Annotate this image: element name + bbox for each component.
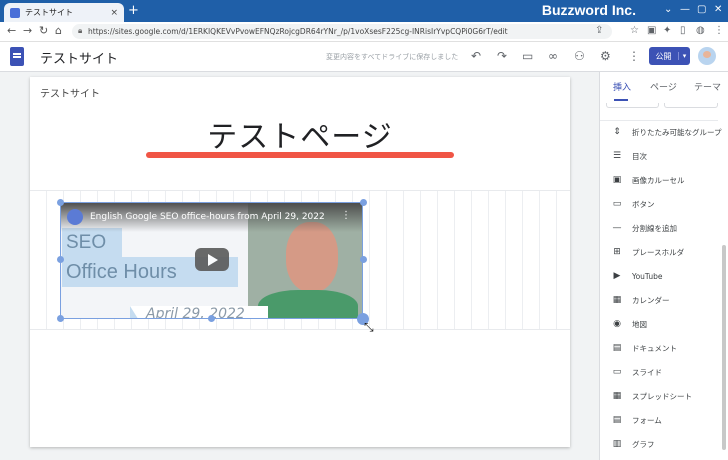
carousel-icon: ▣	[612, 175, 622, 185]
extension-icon[interactable]: ▣	[647, 25, 656, 36]
resize-handle-tl[interactable]	[57, 199, 64, 206]
page-header-label[interactable]: テストサイト	[40, 85, 100, 100]
puzzle-icon[interactable]: ✦	[663, 25, 671, 36]
map-pin-icon: ◉	[613, 319, 621, 329]
more-options-icon[interactable]: ⋮	[628, 49, 640, 63]
share-icon[interactable]: ⇪	[595, 25, 603, 36]
insert-item[interactable]: ☰ 目次	[611, 148, 723, 164]
insert-item[interactable]: — 分割線を追加	[611, 220, 723, 236]
active-tab-indicator	[614, 99, 628, 101]
insert-item-label: 分割線を追加	[632, 223, 677, 233]
layout-tile-left[interactable]	[606, 103, 659, 108]
resize-handle-bl[interactable]	[57, 315, 64, 322]
site-name[interactable]: テストサイト	[40, 48, 118, 67]
divider-icon: —	[612, 223, 622, 233]
panel-divider	[600, 120, 718, 121]
insert-item[interactable]: ▦ カレンダー	[611, 292, 723, 308]
resize-handle-mr[interactable]	[360, 256, 367, 263]
forms-icon: ▤	[612, 415, 622, 425]
publish-dropdown-icon[interactable]: ▾	[678, 52, 690, 60]
youtube-icon: ▶	[613, 271, 621, 281]
resize-handle-ml[interactable]	[57, 256, 64, 263]
tab-close-icon[interactable]: ×	[110, 8, 118, 18]
toc-icon: ☰	[612, 151, 622, 161]
avatar[interactable]	[698, 47, 716, 65]
home-icon[interactable]: ⌂	[55, 24, 62, 37]
tab-insert[interactable]: 挿入	[613, 80, 631, 93]
brand-watermark: Buzzword Inc.	[541, 2, 636, 18]
insert-item-label: プレースホルダ	[632, 247, 685, 257]
insert-item-label: 目次	[632, 151, 647, 161]
insert-item-label: カレンダー	[632, 295, 670, 305]
insert-item[interactable]: ▥ グラフ	[611, 436, 723, 452]
window-menu-icon[interactable]: ⌄	[664, 4, 672, 15]
page-title[interactable]: テストページ	[150, 112, 450, 156]
tab-pages[interactable]: ページ	[650, 80, 677, 93]
resize-cursor-icon: ⤡	[364, 320, 374, 334]
button-icon: ▭	[612, 199, 622, 209]
preview-icon[interactable]: ▭	[522, 49, 533, 63]
insert-item[interactable]: ▦ スプレッドシート	[611, 388, 723, 404]
new-tab-button[interactable]: +	[128, 3, 139, 19]
insert-item-label: ボタン	[632, 199, 655, 209]
insert-item[interactable]: ▶ YouTube	[611, 268, 723, 284]
resize-handle-tr[interactable]	[360, 199, 367, 206]
sidepanel-icon[interactable]: ▯	[680, 25, 686, 36]
slides-icon: ▭	[612, 367, 622, 377]
publish-label: 公開	[655, 51, 672, 61]
browser-tab[interactable]: テストサイト ×	[4, 3, 124, 22]
browser-menu-icon[interactable]: ⋮	[714, 25, 724, 36]
minimize-icon[interactable]: —	[680, 4, 690, 15]
share-with-others-icon[interactable]: ⚇	[574, 49, 585, 63]
insert-item[interactable]: ▣ 画像カルーセル	[611, 172, 723, 188]
address-bar[interactable]: https://sites.google.com/d/1ERKIQKEVvPvo…	[72, 24, 612, 39]
undo-icon[interactable]: ↶	[471, 49, 481, 63]
insert-item[interactable]: ▤ フォーム	[611, 412, 723, 428]
maximize-icon[interactable]: ▢	[697, 4, 706, 15]
browser-tab-title: テストサイト	[25, 8, 73, 17]
resize-handle-bm[interactable]	[208, 315, 215, 322]
insert-item[interactable]: ◉ 地図	[611, 316, 723, 332]
insert-item-label: 折りたたみ可能なグループ	[632, 127, 722, 137]
placeholder-icon: ⊞	[613, 247, 621, 257]
reload-icon[interactable]: ↻	[39, 24, 48, 37]
settings-gear-icon[interactable]: ⚙	[600, 49, 611, 63]
calendar-icon: ▦	[612, 295, 622, 305]
insert-item-label: ドキュメント	[632, 343, 677, 353]
insert-item-label: フォーム	[632, 415, 662, 425]
insert-item-label: スプレッドシート	[632, 391, 692, 401]
bookmark-star-icon[interactable]: ☆	[630, 25, 639, 36]
insert-item-label: YouTube	[632, 271, 663, 281]
insert-item-label: 画像カルーセル	[632, 175, 685, 185]
save-status: 変更内容をすべてドライブに保存しました	[326, 53, 459, 61]
profile-icon[interactable]: ◍	[696, 25, 705, 36]
insert-item-label: グラフ	[632, 439, 655, 449]
back-icon[interactable]: ←	[7, 24, 16, 37]
insert-item[interactable]: ▭ スライド	[611, 364, 723, 380]
insert-item-label: 地図	[632, 319, 647, 329]
sheets-icon: ▦	[612, 391, 622, 401]
lock-icon[interactable]: 🔒︎	[78, 26, 82, 36]
selection-outline	[60, 202, 363, 319]
insert-item[interactable]: ⇕ 折りたたみ可能なグループ	[611, 124, 723, 140]
publish-button[interactable]: 公開 ▾	[649, 47, 690, 65]
link-icon[interactable]: ∞	[548, 49, 558, 63]
sites-favicon-icon	[10, 7, 20, 18]
chart-icon: ▥	[612, 439, 622, 449]
insert-item[interactable]: ▭ ボタン	[611, 196, 723, 212]
redo-icon[interactable]: ↷	[497, 49, 507, 63]
sites-logo-icon[interactable]	[10, 47, 24, 66]
insert-item[interactable]: ▤ ドキュメント	[611, 340, 723, 356]
title-underline	[146, 152, 454, 158]
docs-icon: ▤	[612, 343, 622, 353]
close-window-icon[interactable]: ✕	[714, 4, 722, 15]
layout-tile-right[interactable]	[664, 103, 718, 108]
collapsible-group-icon: ⇕	[613, 127, 621, 137]
tab-themes[interactable]: テーマ	[694, 80, 721, 93]
forward-icon[interactable]: →	[23, 24, 32, 37]
insert-item-label: スライド	[632, 367, 662, 377]
insert-item[interactable]: ⊞ プレースホルダ	[611, 244, 723, 260]
